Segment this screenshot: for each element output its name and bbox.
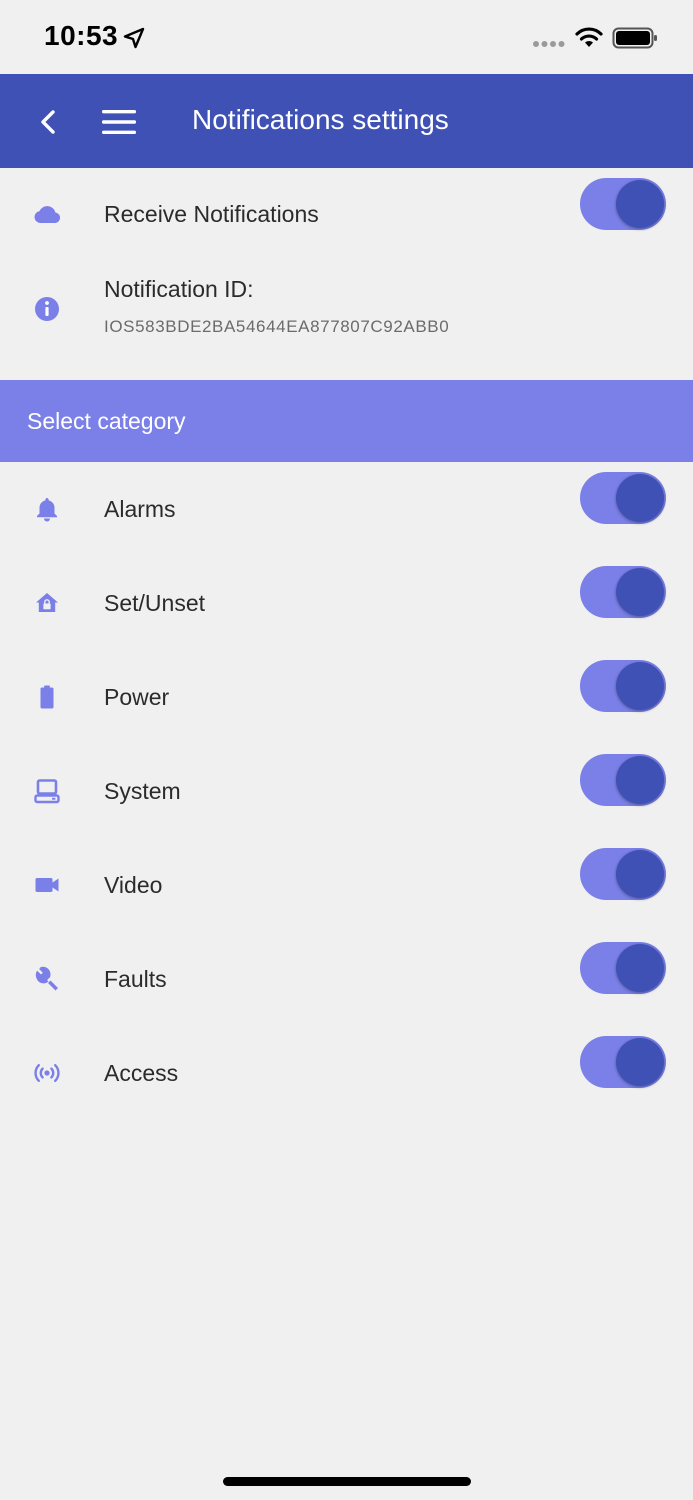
toggle-knob — [616, 568, 664, 616]
page-title: Notifications settings — [192, 104, 449, 135]
faults-toggle[interactable] — [580, 942, 666, 994]
receive-notifications-toggle[interactable] — [580, 178, 666, 230]
alarms-toggle[interactable] — [580, 472, 666, 524]
category-label: Set/Unset — [104, 590, 205, 616]
cloud-icon — [34, 206, 61, 223]
app-header: Notifications settings — [0, 74, 693, 168]
status-time: 10:53 — [44, 20, 119, 51]
category-row-power: Power — [0, 650, 693, 744]
category-row-alarms: Alarms — [0, 462, 693, 556]
signal-dots-icon — [533, 41, 565, 47]
section-title: Select category — [27, 408, 186, 434]
category-label: Video — [104, 872, 163, 898]
wrench-icon — [35, 966, 58, 991]
notification-id-value: IOS583BDE2BA54644EA877807C92ABB0 — [104, 317, 450, 336]
category-label: Access — [104, 1060, 179, 1086]
power-toggle[interactable] — [580, 660, 666, 712]
chevron-left-icon — [41, 110, 55, 134]
toggle-knob — [616, 662, 664, 710]
broadcast-icon — [34, 1064, 60, 1082]
toggle-knob — [616, 756, 664, 804]
toggle-knob — [616, 850, 664, 898]
category-row-system: System — [0, 744, 693, 838]
access-toggle[interactable] — [580, 1036, 666, 1088]
system-toggle[interactable] — [580, 754, 666, 806]
video-toggle[interactable] — [580, 848, 666, 900]
hamburger-menu-icon — [102, 110, 136, 134]
toggle-knob — [616, 944, 664, 992]
battery-status-icon — [612, 27, 657, 49]
toggle-knob — [616, 1038, 664, 1086]
category-label: Power — [104, 684, 170, 710]
category-section-header: Select category — [0, 380, 693, 462]
category-label: Faults — [104, 966, 167, 992]
category-label: Alarms — [104, 496, 176, 522]
wifi-icon — [575, 27, 603, 47]
category-label: System — [104, 778, 181, 804]
toggle-knob — [616, 474, 664, 522]
home-indicator[interactable] — [223, 1477, 471, 1486]
category-row-faults: Faults — [0, 932, 693, 1026]
notification-id-label: Notification ID: — [104, 276, 254, 302]
category-row-set-unset: Set/Unset — [0, 556, 693, 650]
video-camera-icon — [35, 878, 59, 892]
info-icon — [35, 297, 59, 321]
computer-icon — [34, 779, 60, 804]
receive-notifications-row: Receive Notifications — [0, 168, 693, 260]
battery-icon — [40, 685, 54, 709]
location-arrow-icon — [123, 27, 145, 49]
menu-button[interactable] — [100, 104, 138, 140]
back-button[interactable] — [30, 104, 66, 140]
category-row-access: Access — [0, 1026, 693, 1120]
toggle-knob — [616, 180, 664, 228]
category-row-video: Video — [0, 838, 693, 932]
set-unset-toggle[interactable] — [580, 566, 666, 618]
receive-notifications-label: Receive Notifications — [104, 201, 319, 227]
home-lock-icon — [36, 593, 58, 612]
status-bar: 10:53 — [0, 0, 693, 74]
bell-icon — [37, 498, 57, 522]
